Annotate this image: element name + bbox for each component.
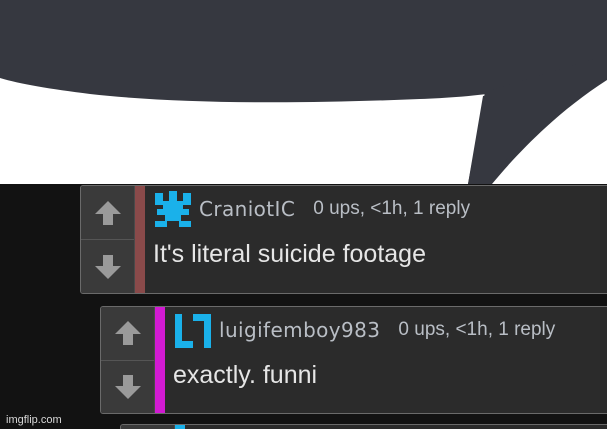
comment-username[interactable]: luigifemboy983 <box>219 318 380 342</box>
up-arrow-icon <box>94 200 121 225</box>
vote-column <box>121 425 175 429</box>
comment-body: luigifemboy983 0 ups, <1h, 1 reply exact… <box>165 307 607 413</box>
vote-column <box>81 186 135 293</box>
comment-thread: CraniotIC 0 ups, <1h, 1 reply It's liter… <box>0 184 607 429</box>
vote-column <box>101 307 155 413</box>
down-arrow-icon <box>94 254 121 279</box>
meme-image-speech-bubble <box>0 0 607 184</box>
upvote-button[interactable] <box>81 186 134 239</box>
thread-color-bar <box>135 186 145 293</box>
comment-reply: luigifemboy983 0 ups, <1h, 1 reply exact… <box>100 306 607 414</box>
watermark: imgflip.com <box>6 414 62 426</box>
up-arrow-icon <box>114 321 141 346</box>
down-arrow-icon <box>114 374 141 399</box>
downvote-button[interactable] <box>81 239 134 293</box>
comment-text: exactly. funni <box>173 361 318 389</box>
comment-body: CraniotIC 0 ups, <1h, 1 reply It's liter… <box>145 186 607 293</box>
comment-meta: 0 ups, <1h, 1 reply <box>398 319 556 340</box>
comment: CraniotIC 0 ups, <1h, 1 reply It's liter… <box>80 185 607 294</box>
user-avatar-icon[interactable] <box>173 310 213 350</box>
comment-username[interactable]: CraniotIC <box>199 197 295 221</box>
thread-color-bar <box>175 425 185 429</box>
comment-header: CraniotIC 0 ups, <1h, 1 reply <box>153 186 607 232</box>
comment-partial <box>120 424 607 429</box>
user-avatar-icon[interactable] <box>153 189 193 229</box>
thread-color-bar <box>155 307 165 413</box>
speech-bubble-shape <box>0 0 607 184</box>
comment-text: It's literal suicide footage <box>153 240 426 268</box>
downvote-button[interactable] <box>101 359 154 413</box>
comment-meta: 0 ups, <1h, 1 reply <box>313 198 471 219</box>
comment-header: luigifemboy983 0 ups, <1h, 1 reply <box>173 307 607 353</box>
upvote-button[interactable] <box>101 307 154 360</box>
